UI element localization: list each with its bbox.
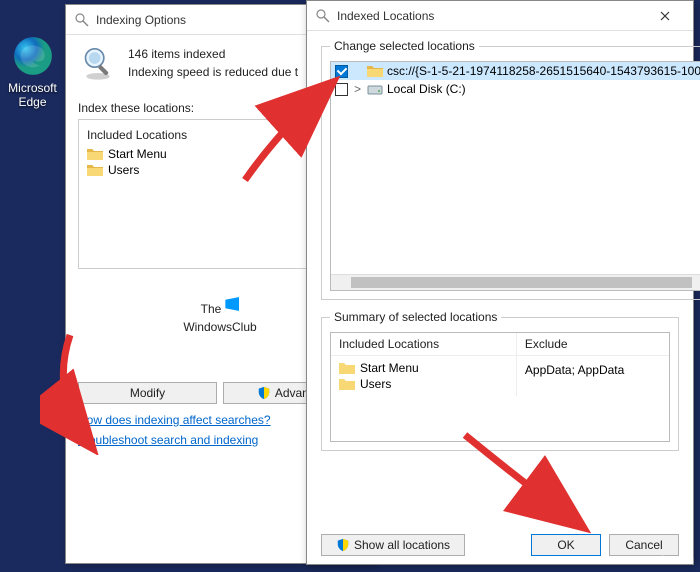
table-row[interactable]: Users [339,376,508,392]
watermark: wsxdn.com [639,554,694,566]
tree-expander[interactable]: > [352,82,363,96]
close-button[interactable] [645,2,685,30]
summary-label: Summary of selected locations [330,310,501,324]
titlebar[interactable]: Indexed Locations [307,1,693,31]
tree-row[interactable]: csc://{S-1-5-21-1974118258-2651515640-15… [331,62,700,80]
index-note: Indexing speed is reduced due t [128,65,298,79]
search-options-icon [74,12,90,28]
show-all-locations-button[interactable]: Show all locations [321,534,465,556]
folder-icon [339,361,355,375]
checkbox-csc[interactable] [335,65,348,78]
index-count: 146 items indexed [128,47,298,61]
table-row: AppData; AppData [525,362,661,378]
col-included: Included Locations [331,333,517,355]
folder-icon [339,377,355,391]
modify-button[interactable]: Modify [78,382,217,404]
uac-shield-icon [257,386,271,400]
checkbox-local-disk[interactable] [335,83,348,96]
search-options-icon [315,8,331,24]
drive-icon [367,82,383,96]
folder-icon [87,163,103,177]
window-title: Indexed Locations [337,9,645,23]
edge-icon [12,35,54,77]
desktop-icon-edge[interactable]: MicrosoftEdge [5,35,60,110]
change-locations-group: Change selected locations csc://{S-1-5-2… [321,39,700,300]
summary-table: Included Locations Exclude Start Menu Us… [330,332,670,442]
summary-group: Summary of selected locations Included L… [321,310,679,451]
table-row[interactable]: Start Menu [339,360,508,376]
magnifier-icon [78,43,118,83]
desktop-icon-label: MicrosoftEdge [5,82,60,110]
locations-tree[interactable]: csc://{S-1-5-21-1974118258-2651515640-15… [330,61,700,291]
horizontal-scrollbar[interactable] [331,274,700,290]
folder-icon [367,64,383,78]
uac-shield-icon [336,538,350,552]
indexed-locations-window: Indexed Locations Change selected locati… [306,0,694,565]
close-icon [660,11,670,21]
ok-button[interactable]: OK [531,534,601,556]
cancel-button[interactable]: Cancel [609,534,679,556]
change-locations-label: Change selected locations [330,39,479,53]
col-exclude: Exclude [517,333,669,355]
tree-row[interactable]: > Local Disk (C:) [331,80,700,98]
folder-icon [87,147,103,161]
